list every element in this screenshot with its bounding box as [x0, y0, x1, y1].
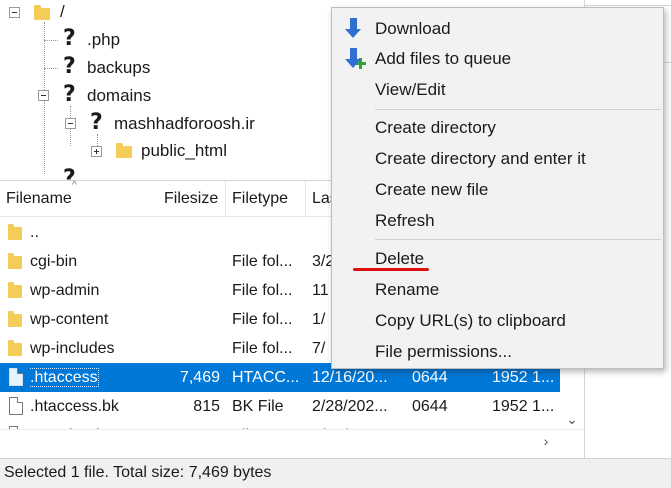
menu-item-copy-url[interactable]: Copy URL(s) to clipboard [332, 305, 663, 336]
file-owner: 1952 1... [492, 421, 560, 429]
menu-item-label: Create directory [375, 118, 496, 137]
file-type: File [232, 421, 306, 429]
file-name: wp-includes [30, 340, 115, 357]
folder-icon [8, 282, 22, 298]
menu-item-create-directory-enter[interactable]: Create directory and enter it [332, 143, 663, 174]
file-size [160, 247, 220, 276]
column-filetype[interactable]: Filetype [226, 181, 306, 217]
column-filename[interactable]: Filename [0, 181, 156, 217]
file-size: 7,469 [179, 369, 220, 386]
unknown-folder-icon [90, 112, 103, 134]
file-name-text: .htaccess [30, 368, 99, 387]
file-name: .htaccess [30, 363, 160, 392]
menu-item-label: View/Edit [375, 80, 446, 99]
tree-item-mashhadforoosh[interactable]: mashhadforoosh.ir [114, 114, 255, 134]
menu-item-label: Refresh [375, 211, 435, 230]
menu-item-rename[interactable]: Rename [332, 274, 663, 305]
file-permissions: 0755 [412, 421, 486, 429]
menu-item-label: Create directory and enter it [375, 149, 586, 168]
file-name: .htaccess.bk [30, 398, 119, 415]
file-icon [9, 368, 23, 386]
file-name: .. [30, 224, 39, 241]
menu-item-create-new-file[interactable]: Create new file [332, 174, 663, 205]
file-type: HTACC... [232, 369, 300, 386]
tree-item-public-html[interactable]: public_html [138, 141, 230, 161]
folder-icon [8, 224, 22, 240]
unknown-folder-icon [63, 56, 76, 78]
menu-separator [375, 239, 661, 240]
collapse-toggle-domain[interactable] [65, 118, 76, 129]
file-size: 515 [160, 421, 220, 429]
menu-item-file-permissions[interactable]: File permissions... [332, 336, 663, 367]
menu-item-create-directory[interactable]: Create directory [332, 112, 663, 143]
menu-item-label: Rename [375, 280, 440, 299]
tree-connector [44, 68, 58, 69]
sort-ascending-icon: ^ [72, 181, 77, 191]
file-name: wp-admin [30, 282, 100, 299]
delete-highlight-underline [353, 268, 429, 271]
folder-icon [8, 253, 22, 269]
tree-root-label[interactable]: / [60, 2, 65, 22]
status-bar: Selected 1 file. Total size: 7,469 bytes [0, 458, 671, 488]
menu-item-label: Add files to queue [375, 49, 512, 68]
menu-item-download[interactable]: Download [332, 13, 663, 44]
file-date: 2/28/202... [312, 398, 388, 415]
menu-item-label: Download [375, 19, 451, 38]
tree-item-domains[interactable]: domains [87, 86, 151, 106]
menu-item-label: Delete [375, 249, 425, 268]
tree-connector [44, 40, 58, 41]
file-name: wp-content [30, 311, 109, 328]
context-menu[interactable]: Download Add files to queue View/Edit Cr… [331, 7, 664, 369]
menu-item-add-to-queue[interactable]: Add files to queue [332, 43, 663, 74]
status-text: Selected 1 file. Total size: 7,469 bytes [4, 464, 272, 481]
collapse-toggle-root[interactable] [9, 7, 20, 18]
file-permissions: 0644 [412, 398, 448, 415]
unknown-folder-icon [63, 28, 76, 50]
file-icon [9, 397, 23, 415]
tree-item-php[interactable]: .php [87, 30, 120, 50]
file-name: 403.shtml [30, 421, 160, 429]
menu-item-refresh[interactable]: Refresh [332, 205, 663, 236]
folder-icon [8, 340, 22, 356]
menu-item-label: File permissions... [375, 342, 512, 361]
file-row-htaccess-bk[interactable]: .htaccess.bk 815 BK File 2/28/202... 064… [0, 392, 560, 421]
scroll-down-icon[interactable]: ⌄ [560, 409, 584, 429]
file-name: cgi-bin [30, 253, 78, 270]
file-row-403-shtml[interactable]: 403.shtml 515 File 9/20/201... 0755 1952… [0, 421, 560, 429]
column-filesize[interactable]: Filesize [158, 181, 226, 217]
folder-icon [8, 311, 22, 327]
menu-separator [375, 109, 661, 110]
unknown-folder-icon [63, 168, 76, 180]
file-owner: 1952 1... [492, 398, 555, 415]
file-date: 9/20/201... [312, 421, 406, 429]
download-arrow-icon [344, 48, 366, 70]
menu-item-label: Create new file [375, 180, 489, 199]
file-type: File fol... [232, 282, 293, 299]
file-type: BK File [232, 398, 284, 415]
add-plus-icon [355, 58, 366, 69]
scroll-right-icon[interactable]: › [536, 430, 556, 451]
file-type: File fol... [232, 340, 293, 357]
unknown-folder-icon [63, 84, 76, 106]
menu-item-label: Copy URL(s) to clipboard [375, 311, 566, 330]
panel-divider [585, 5, 671, 6]
expand-toggle-public-html[interactable] [91, 146, 102, 157]
collapse-toggle-domains[interactable] [38, 90, 49, 101]
menu-item-view-edit[interactable]: View/Edit [332, 74, 663, 105]
folder-icon [34, 5, 50, 20]
download-arrow-icon [344, 18, 364, 40]
file-type: File fol... [232, 311, 293, 328]
file-type: File fol... [232, 253, 293, 270]
folder-icon [116, 143, 132, 158]
horizontal-scrollbar[interactable]: › [0, 429, 584, 451]
tree-item-backups[interactable]: backups [87, 58, 150, 78]
file-size: 815 [193, 398, 220, 415]
